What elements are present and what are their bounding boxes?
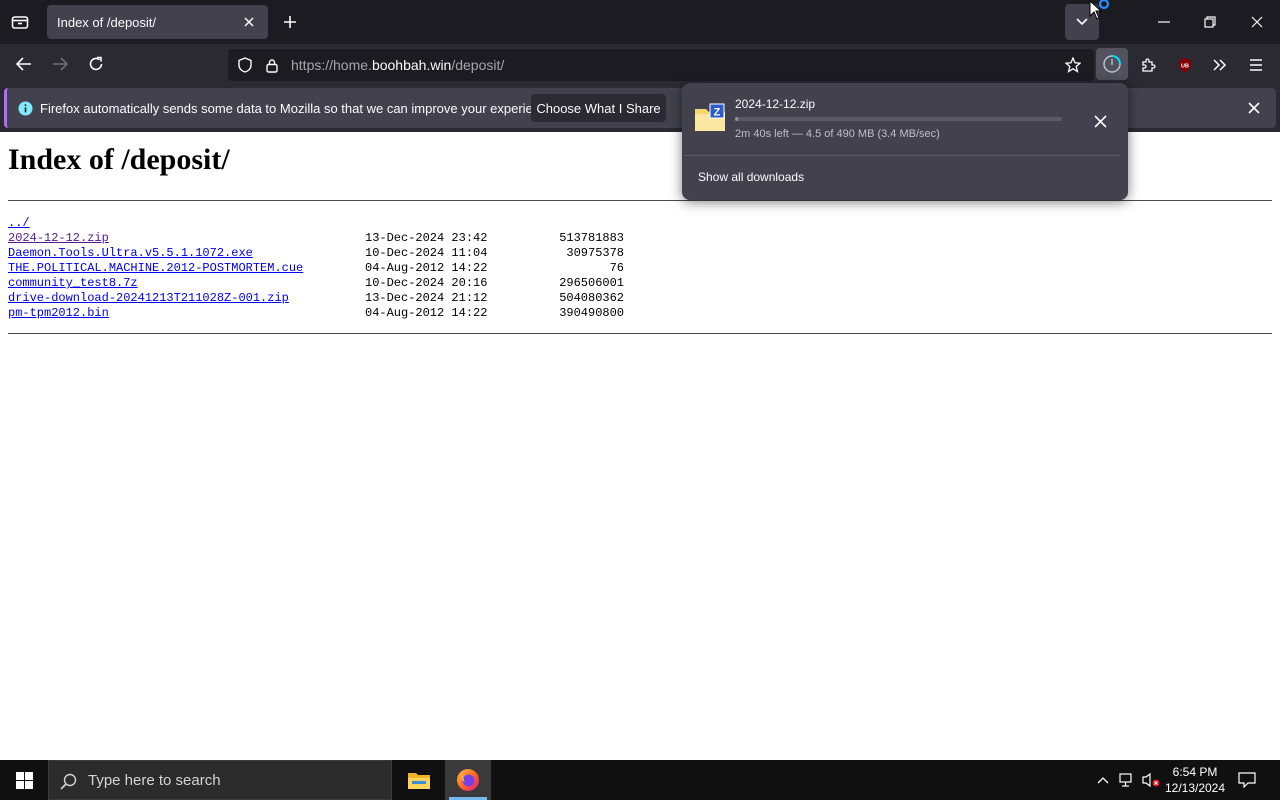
notification-message: Firefox automatically sends some data to…: [40, 101, 558, 116]
more-tools-chevrons-icon[interactable]: [1209, 54, 1231, 76]
file-link[interactable]: community_test8.7z: [8, 276, 138, 291]
close-notification-icon[interactable]: [1244, 98, 1264, 118]
file-size: 296506001: [559, 276, 624, 290]
parent-directory-link[interactable]: ../: [8, 216, 30, 231]
close-tab-icon[interactable]: [240, 13, 258, 31]
bookmark-star-icon[interactable]: [1062, 54, 1084, 76]
zip-file-icon: Z: [694, 101, 726, 133]
url-text[interactable]: https://home.boohbah.win/deposit/: [291, 57, 504, 73]
app-menu-hamburger-icon[interactable]: [1245, 54, 1267, 76]
taskbar-search-placeholder: Type here to search: [88, 772, 221, 789]
file-explorer-icon[interactable]: [404, 764, 434, 796]
show-hidden-icons-chevron-icon[interactable]: [1094, 772, 1112, 788]
network-icon[interactable]: [1117, 771, 1137, 789]
clock-date: 12/13/2024: [1164, 781, 1226, 795]
url-path: /deposit/: [451, 57, 505, 73]
downloads-panel-divider: [684, 155, 1120, 156]
table-row: community_test8.7z 10-Dec-2024 20:16 29650…: [8, 276, 708, 291]
tab-active[interactable]: Index of /deposit/: [47, 5, 268, 39]
new-tab-icon[interactable]: [280, 12, 300, 32]
clock-time: 6:54 PM: [1172, 765, 1218, 779]
url-host: boohbah.win: [371, 57, 452, 73]
info-icon: [17, 100, 33, 116]
tracking-protection-shield-icon[interactable]: [235, 55, 255, 75]
download-progress-fill: [735, 117, 739, 121]
download-file-name[interactable]: 2024-12-12.zip: [735, 97, 815, 111]
tab-title: Index of /deposit/: [57, 15, 157, 30]
search-icon: [58, 771, 78, 791]
url-prefix: https://home.: [291, 57, 372, 73]
bottom-divider: [8, 333, 1272, 334]
file-size: 504080362: [559, 291, 624, 305]
top-divider: [8, 200, 1272, 201]
svg-text:UB: UB: [1181, 64, 1189, 70]
ublock-origin-icon[interactable]: UB: [1174, 54, 1196, 76]
file-link[interactable]: THE.POLITICAL.MACHINE.2012-POSTMORTEM.cu…: [8, 261, 303, 276]
file-link[interactable]: Daemon.Tools.Ultra.v5.5.1.1072.exe: [8, 246, 253, 261]
cancel-download-icon[interactable]: [1089, 110, 1111, 132]
reload-icon[interactable]: [84, 53, 108, 75]
download-status: 2m 40s left — 4.5 of 490 MB (3.4 MB/sec): [735, 128, 940, 140]
firefox-icon[interactable]: [455, 767, 481, 793]
back-arrow-icon[interactable]: [12, 53, 36, 75]
table-row: pm-tpm2012.bin 04-Aug-2012 14:22 390490800: [8, 306, 708, 321]
action-center-notification-icon[interactable]: [1236, 769, 1258, 791]
file-link[interactable]: pm-tpm2012.bin: [8, 306, 109, 321]
taskbar-clock[interactable]: 6:54 PM 12/13/2024: [1158, 764, 1232, 796]
file-size: 513781883: [559, 231, 624, 245]
svg-text:Z: Z: [714, 107, 721, 119]
minimize-window-icon[interactable]: [1152, 12, 1176, 32]
show-all-downloads-button[interactable]: Show all downloads: [698, 170, 804, 184]
windows-start-icon[interactable]: [8, 768, 40, 792]
choose-what-i-share-button[interactable]: Choose What I Share: [531, 94, 666, 122]
downloads-progress-icon[interactable]: [1096, 48, 1128, 80]
mouse-cursor-icon: [1089, 0, 1113, 22]
table-row: THE.POLITICAL.MACHINE.2012-POSTMORTEM.cu…: [8, 261, 708, 276]
file-size: 76: [609, 261, 624, 275]
file-date: 10-Dec-2024 20:16: [365, 276, 488, 290]
close-window-icon[interactable]: [1245, 12, 1269, 32]
file-date: 04-Aug-2012 14:22: [365, 261, 488, 275]
page-title: Index of /deposit/: [8, 143, 230, 176]
file-size: 30975378: [566, 246, 624, 260]
file-link[interactable]: 2024-12-12.zip: [8, 231, 109, 246]
file-date: 13-Dec-2024 23:42: [365, 231, 488, 245]
forward-arrow-icon[interactable]: [48, 53, 72, 75]
file-date: 13-Dec-2024 21:12: [365, 291, 488, 305]
file-size: 390490800: [559, 306, 624, 320]
file-date: 04-Aug-2012 14:22: [365, 306, 488, 320]
table-row: Daemon.Tools.Ultra.v5.5.1.1072.exe 10-Dec…: [8, 246, 708, 261]
file-date: 10-Dec-2024 11:04: [365, 246, 488, 260]
https-lock-icon[interactable]: [262, 55, 282, 75]
download-progress-bar: [735, 117, 1062, 121]
table-row: drive-download-20241213T211028Z-001.zip 1…: [8, 291, 708, 306]
extensions-puzzle-icon[interactable]: [1138, 54, 1160, 76]
table-row: 2024-12-12.zip 13-Dec-2024 23:42 513781883: [8, 231, 708, 246]
restore-window-icon[interactable]: [1198, 12, 1222, 32]
file-link[interactable]: drive-download-20241213T211028Z-001.zip: [8, 291, 289, 306]
list-all-tabs-icon[interactable]: [8, 11, 32, 33]
